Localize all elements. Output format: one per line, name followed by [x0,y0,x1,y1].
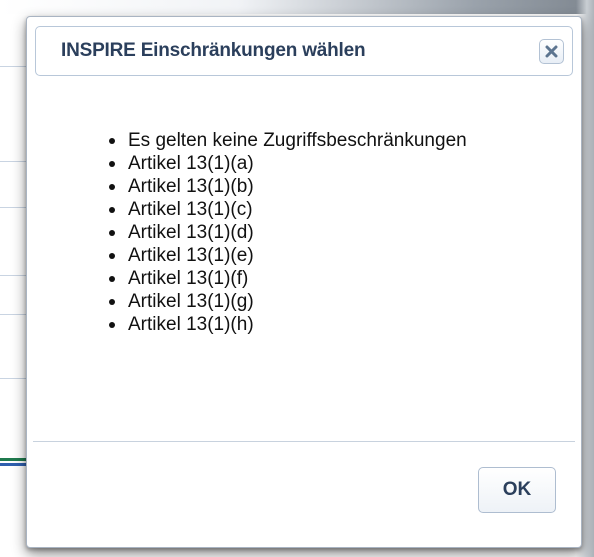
bullet-icon [109,230,115,236]
bullet-icon [109,161,115,167]
inspire-restrictions-dialog: INSPIRE Einschränkungen wählen Es gelten… [26,16,582,548]
bullet-icon [109,299,115,305]
dialog-titlebar: INSPIRE Einschränkungen wählen [35,26,573,76]
restriction-option[interactable]: Artikel 13(1)(e) [105,244,467,267]
restriction-option[interactable]: Artikel 13(1)(h) [105,313,467,336]
restriction-option[interactable]: Artikel 13(1)(f) [105,267,467,290]
bullet-icon [109,253,115,259]
bullet-icon [109,184,115,190]
restriction-options-list: Es gelten keine Zugriffsbeschränkungen A… [105,129,467,336]
restriction-option[interactable]: Artikel 13(1)(b) [105,175,467,198]
bullet-icon [109,276,115,282]
restriction-option[interactable]: Artikel 13(1)(c) [105,198,467,221]
option-label: Artikel 13(1)(d) [128,222,254,243]
dialog-content: Es gelten keine Zugriffsbeschränkungen A… [27,77,581,437]
dialog-title: INSPIRE Einschränkungen wählen [61,40,366,61]
option-label: Artikel 13(1)(h) [128,314,254,335]
option-label: Artikel 13(1)(a) [128,153,254,174]
option-label: Artikel 13(1)(c) [128,199,253,220]
ok-button[interactable]: OK [478,467,556,513]
restriction-option[interactable]: Artikel 13(1)(d) [105,221,467,244]
bullet-icon [109,138,115,144]
close-icon [545,45,558,58]
option-label: Es gelten keine Zugriffsbeschränkungen [128,130,467,151]
option-label: Artikel 13(1)(g) [128,291,254,312]
close-button[interactable] [539,39,564,64]
restriction-option[interactable]: Artikel 13(1)(a) [105,152,467,175]
background-top-band [0,0,594,14]
option-label: Artikel 13(1)(b) [128,176,254,197]
restriction-option[interactable]: Artikel 13(1)(g) [105,290,467,313]
restriction-option[interactable]: Es gelten keine Zugriffsbeschränkungen [105,129,467,152]
option-label: Artikel 13(1)(f) [128,268,249,289]
option-label: Artikel 13(1)(e) [128,245,254,266]
bullet-icon [109,207,115,213]
bullet-icon [109,322,115,328]
footer-divider [33,441,575,442]
